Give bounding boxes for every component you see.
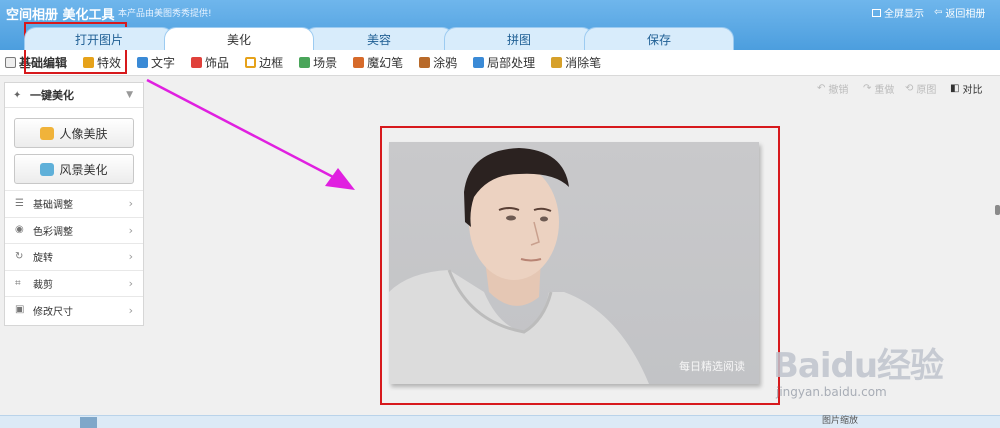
list-item-crop[interactable]: ⌗ 裁剪 ›: [5, 269, 143, 297]
chevron-right-icon: ›: [128, 197, 133, 211]
back-to-album-button[interactable]: ⇦ 返回相册: [934, 5, 985, 20]
list-item-rotate[interactable]: ↻ 旋转 ›: [5, 243, 143, 270]
portrait-icon: [40, 126, 55, 140]
button-label: 风景美化: [59, 162, 108, 177]
list-label: 色彩调整: [33, 226, 73, 238]
pointer-arrow-icon: [146, 78, 355, 190]
brush-icon: [419, 57, 431, 68]
tool-label: 涂鸦: [433, 56, 458, 70]
tab-collage[interactable]: 拼图: [444, 27, 594, 50]
tab-label: 美容: [366, 32, 391, 47]
scenery-icon: [40, 162, 55, 176]
magic-pen-icon: [353, 57, 365, 68]
main-tabs: 打开图片 美化 美容 拼图 保存: [24, 27, 734, 50]
wand-icon: ✦: [13, 89, 22, 101]
tool-magic-pen[interactable]: 魔幻笔: [353, 54, 403, 71]
palette-icon: ◉: [15, 224, 24, 236]
tab-label: 美化: [226, 32, 251, 47]
list-label: 旋转: [33, 253, 53, 265]
portrait-beautify-button[interactable]: 人像美肤: [14, 118, 134, 148]
chevron-right-icon: ›: [128, 277, 133, 291]
list-label: 修改尺寸: [33, 306, 73, 318]
baidu-url: jingyan.baidu.com: [776, 385, 887, 399]
resize-icon: ▣: [15, 304, 25, 316]
action-label: 撤销: [828, 84, 849, 96]
tool-decor[interactable]: 饰品: [191, 54, 229, 71]
tool-scene[interactable]: 场景: [299, 54, 337, 71]
back-arrow-icon: ⇦: [934, 7, 943, 18]
tab-open-image[interactable]: 打开图片: [24, 27, 174, 50]
chevron-down-icon: ▼: [126, 90, 133, 100]
adjust-list: ☰ 基础调整 › ◉ 色彩调整 › ↻ 旋转 › ⌗ 裁剪 › ▣ 修改尺寸 ›: [5, 190, 143, 323]
tool-label: 局部处理: [487, 56, 536, 70]
undo-icon: ↶: [817, 82, 826, 94]
app-title: 空间相册 美化工具: [6, 8, 115, 23]
zoom-status: 图片缩放: [822, 416, 859, 426]
scenery-beautify-button[interactable]: 风景美化: [14, 154, 134, 184]
chevron-right-icon: ›: [128, 250, 133, 264]
compare-icon: ◧: [950, 82, 960, 94]
compare-button[interactable]: ◧ 对比: [950, 80, 982, 96]
fullscreen-icon: [872, 8, 881, 17]
eraser-icon: [551, 57, 563, 68]
local-icon: [473, 57, 485, 68]
action-label: 重做: [874, 84, 895, 96]
tool-label: 饰品: [205, 56, 230, 70]
one-click-header[interactable]: ✦ 一键美化 ▼: [5, 83, 143, 108]
tab-save[interactable]: 保存: [584, 27, 734, 50]
original-icon: ⟲: [905, 82, 914, 94]
redo-icon: ↷: [863, 82, 872, 94]
panel-title: 一键美化: [30, 89, 74, 102]
tool-frame[interactable]: 边框: [245, 54, 283, 71]
crop-icon: ⌗: [15, 277, 21, 289]
list-label: 基础调整: [33, 200, 73, 212]
tool-eraser[interactable]: 消除笔: [551, 54, 601, 71]
tool-text[interactable]: 文字: [137, 54, 175, 71]
list-label: 裁剪: [33, 280, 53, 292]
tool-label: 场景: [313, 56, 338, 70]
fullscreen-button[interactable]: 全屏显示: [872, 5, 924, 20]
tab-label: 保存: [646, 32, 671, 47]
tool-label: 文字: [151, 56, 176, 70]
rotate-icon: ↻: [15, 250, 24, 262]
chevron-right-icon: ›: [128, 223, 133, 237]
original-button[interactable]: ⟲ 原图: [905, 80, 936, 96]
tab-label: 打开图片: [74, 32, 123, 47]
tool-doodle[interactable]: 涂鸦: [419, 54, 457, 71]
scene-icon: [299, 57, 311, 68]
portrait-illustration: [389, 148, 649, 384]
fullscreen-label: 全屏显示: [884, 9, 924, 20]
status-tag: [80, 417, 97, 428]
tab-label: 拼图: [506, 32, 531, 47]
tool-label: 魔幻笔: [367, 56, 404, 70]
photo-watermark: 每日精选阅读: [679, 360, 745, 373]
bow-icon: [191, 57, 203, 68]
back-label: 返回相册: [945, 9, 986, 20]
beautify-panel: ✦ 一键美化 ▼ 人像美肤 风景美化 ☰ 基础调整 › ◉ 色彩调整 › ↻ 旋转 › ⌗ 裁…: [4, 82, 144, 326]
list-item-basic-adjust[interactable]: ☰ 基础调整 ›: [5, 190, 143, 217]
button-label: 人像美肤: [59, 126, 108, 141]
app-header: 空间相册 美化工具 本产品由美图秀秀提供! 全屏显示 ⇦ 返回相册 打开图片 美…: [0, 0, 1000, 50]
list-item-resize[interactable]: ▣ 修改尺寸 ›: [5, 296, 143, 323]
list-item-color-adjust[interactable]: ◉ 色彩调整 ›: [5, 216, 143, 244]
baidu-logo: Baidu经验: [773, 346, 944, 386]
redo-button[interactable]: ↷ 重做: [863, 80, 894, 96]
app-subtitle: 本产品由美图秀秀提供!: [118, 9, 212, 19]
chevron-right-icon: ›: [128, 303, 133, 317]
edit-toolbar: 基础编辑 特效 文字 饰品 边框 场景 魔幻笔 涂鸦 局部处理 消除笔: [0, 50, 1000, 76]
tab-beautify[interactable]: 美化: [164, 27, 314, 50]
frame-icon: [245, 57, 257, 68]
action-label: 原图: [916, 84, 937, 96]
sliders-icon: ☰: [15, 197, 24, 209]
tool-label: 边框: [259, 56, 284, 70]
tool-label: 消除笔: [565, 56, 602, 70]
undo-button[interactable]: ↶ 撤销: [817, 80, 848, 96]
tool-local[interactable]: 局部处理: [473, 54, 535, 71]
scrollbar-handle[interactable]: [995, 205, 1000, 215]
edited-photo[interactable]: 每日精选阅读: [389, 142, 759, 384]
text-icon: [137, 57, 149, 68]
action-label: 对比: [962, 84, 983, 96]
doc-icon: [5, 57, 16, 68]
tab-beauty[interactable]: 美容: [304, 27, 454, 50]
